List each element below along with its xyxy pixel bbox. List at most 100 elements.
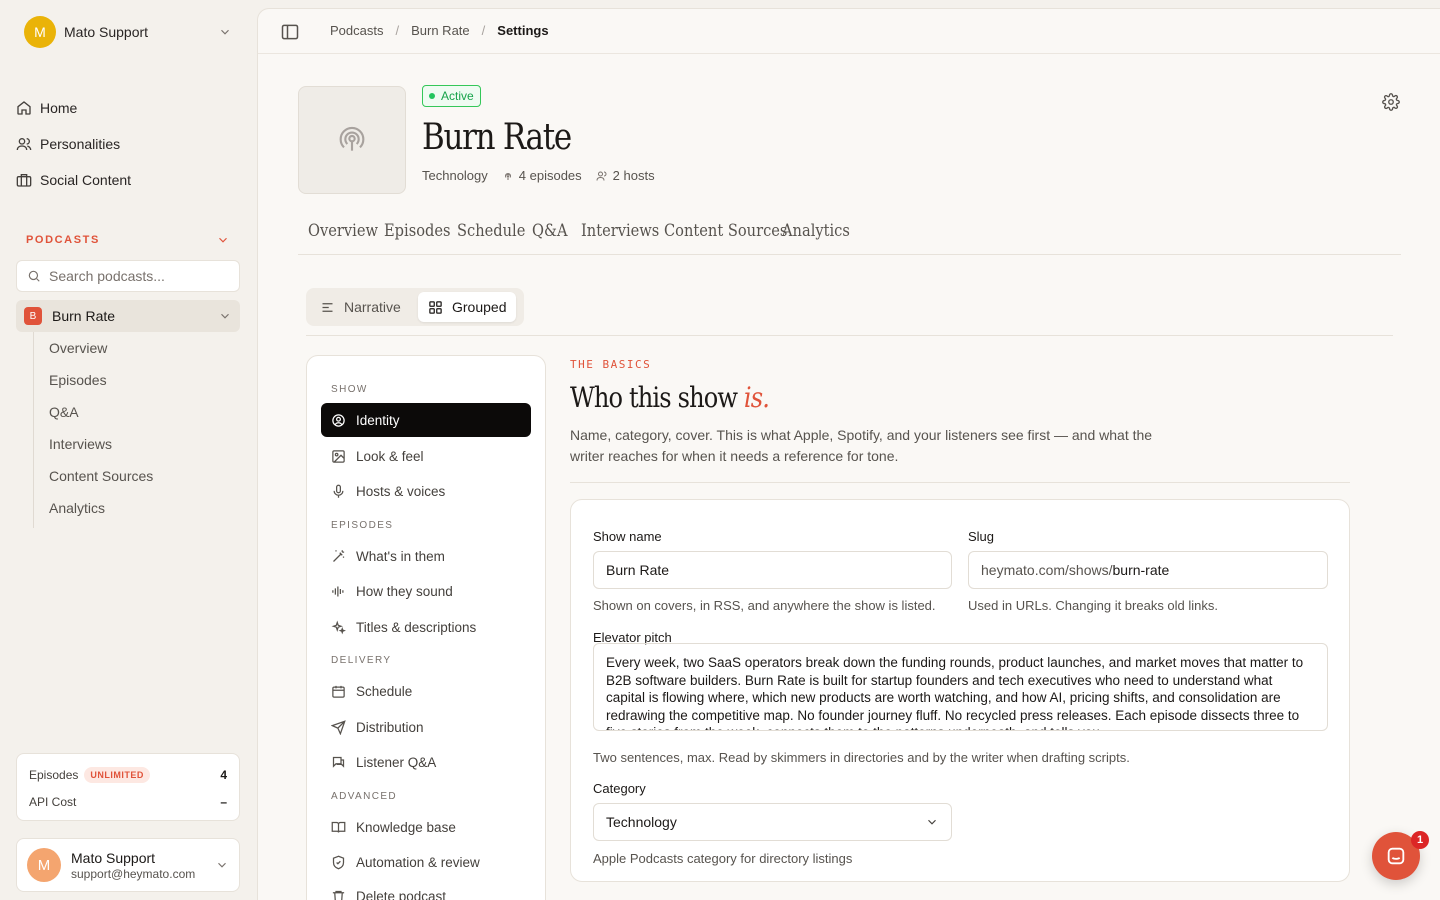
microphone-icon [333,484,344,498]
sidebar: M Mato Support Home Personalities Social… [0,0,256,900]
podcast-icon [504,172,511,180]
subnav-item-analytics[interactable]: Analytics [49,500,105,516]
settings-item-label: Automation & review [356,854,480,870]
tab-qa[interactable]: Q&A [532,221,568,241]
settings-item-label: Titles & descriptions [356,619,477,635]
settings-item-identity[interactable]: Identity [321,403,531,437]
settings-item-label: How they sound [356,583,453,599]
tab-bar: Overview Episodes Schedule Q&A Interview… [298,205,1401,255]
subnav-line [33,332,34,528]
settings-item-label: Distribution [356,719,424,735]
divider [570,482,1350,483]
workspace-name: Mato Support [64,24,149,40]
breadcrumb-podcasts[interactable]: Podcasts [330,23,383,38]
settings-item-schedule[interactable]: Schedule [321,674,531,708]
settings-item-how-they-sound[interactable]: How they sound [321,574,531,608]
episodes-usage-label: Episodes [29,768,79,782]
plan-badge: UNLIMITED [84,767,150,783]
show-name-input[interactable]: Burn Rate [593,551,952,589]
tab-content-sources[interactable]: Content Sources [664,221,787,241]
chevron-down-icon[interactable] [216,233,230,247]
search-input[interactable] [49,268,229,284]
breadcrumb-current: Settings [497,23,549,38]
settings-item-distribution[interactable]: Distribution [321,710,531,744]
chat-icon [332,756,345,768]
category-help: Apple Podcasts category for directory li… [593,851,853,866]
tab-overview[interactable]: Overview [308,221,378,241]
slug-label: Slug [968,529,995,544]
settings-item-titles-descriptions[interactable]: Titles & descriptions [321,610,531,644]
section-description: Name, category, cover. This is what Appl… [570,427,1153,464]
nav-item-personalities[interactable]: Personalities [16,128,240,160]
show-category: Technology [422,168,488,183]
tab-schedule[interactable]: Schedule [457,221,525,241]
main-panel: Podcasts / Burn Rate / Settings Active B… [257,8,1440,900]
podcast-search[interactable] [16,260,240,292]
breadcrumb-separator: / [481,23,486,38]
nav-item-label: Personalities [40,136,121,152]
settings-item-whats-in-them[interactable]: What's in them [321,539,531,573]
notification-badge: 1 [1411,831,1429,849]
section-heading: Who this show is. [570,381,770,414]
search-icon [28,270,40,282]
chevron-down-icon [928,819,936,825]
show-name-value: Burn Rate [606,562,670,578]
settings-item-label: What's in them [356,548,445,564]
show-meta: Technology 4 episodes 2 hosts [422,168,655,183]
users-icon [596,171,607,181]
category-select[interactable]: Technology [593,803,952,841]
settings-item-label: Delete podcast [356,888,447,900]
nav-item-home[interactable]: Home [16,92,240,124]
settings-item-delete-podcast[interactable]: Delete podcast [321,879,531,900]
pitch-help: Two sentences, max. Read by skimmers in … [593,750,1130,765]
grouped-label: Grouped [452,299,507,315]
narrative-view-button[interactable]: Narrative [310,292,411,322]
podcast-name: Burn Rate [52,308,116,324]
pitch-textarea[interactable]: Every week, two SaaS operators break dow… [593,643,1328,731]
user-menu[interactable]: M Mato Support support@heymato.com [16,838,240,892]
settings-item-automation-review[interactable]: Automation & review [321,845,531,879]
workspace-switcher[interactable]: M Mato Support [16,12,240,52]
show-hosts-count: 2 hosts [612,168,655,183]
slug-prefix: heymato.com/shows/ [981,562,1113,578]
settings-section-episodes: EPISODES [331,520,394,531]
book-icon [331,821,346,833]
image-icon [332,449,345,463]
subnav-item-qa[interactable]: Q&A [49,404,79,420]
gear-icon[interactable] [1382,93,1400,111]
settings-item-hosts-voices[interactable]: Hosts & voices [321,474,531,508]
nav-item-label: Home [40,100,78,116]
grouped-view-button[interactable]: Grouped [418,292,517,322]
status-text: Active [441,89,474,103]
audio-wave-icon [332,586,344,596]
user-circle-icon [332,413,345,427]
settings-item-look-feel[interactable]: Look & feel [321,439,531,473]
usage-card: Episodes UNLIMITED 4 API Cost – [16,753,240,821]
subnav-item-content-sources[interactable]: Content Sources [49,468,153,484]
slug-input[interactable]: heymato.com/shows/burn-rate [968,551,1328,589]
breadcrumb-separator: / [395,23,400,38]
tab-episodes[interactable]: Episodes [384,221,451,241]
briefcase-icon [16,174,32,187]
subnav-item-episodes[interactable]: Episodes [49,372,107,388]
breadcrumb-burn-rate[interactable]: Burn Rate [411,23,470,38]
tab-analytics[interactable]: Analytics [782,221,850,241]
podcast-cover[interactable] [298,86,406,194]
podcast-selector[interactable]: B Burn Rate [16,300,240,332]
topbar: Podcasts / Burn Rate / Settings [258,9,1440,54]
settings-item-listener-qa[interactable]: Listener Q&A [321,745,531,779]
tab-interviews[interactable]: Interviews [581,221,659,241]
chevron-down-icon [221,313,229,319]
users-icon [16,138,32,151]
subnav-item-overview[interactable]: Overview [49,340,107,356]
page-title: Burn Rate [422,117,572,158]
section-heading-main: Who this show [570,381,744,414]
settings-section-advanced: ADVANCED [331,791,398,802]
identity-form: Show name Burn Rate Shown on covers, in … [570,499,1350,882]
view-toggle: Narrative Grouped [306,288,524,326]
subnav-item-interviews[interactable]: Interviews [49,436,112,452]
nav-item-social-content[interactable]: Social Content [16,164,240,196]
user-email: support@heymato.com [71,866,196,881]
settings-item-knowledge-base[interactable]: Knowledge base [321,810,531,844]
sidebar-toggle-icon[interactable] [280,22,300,42]
